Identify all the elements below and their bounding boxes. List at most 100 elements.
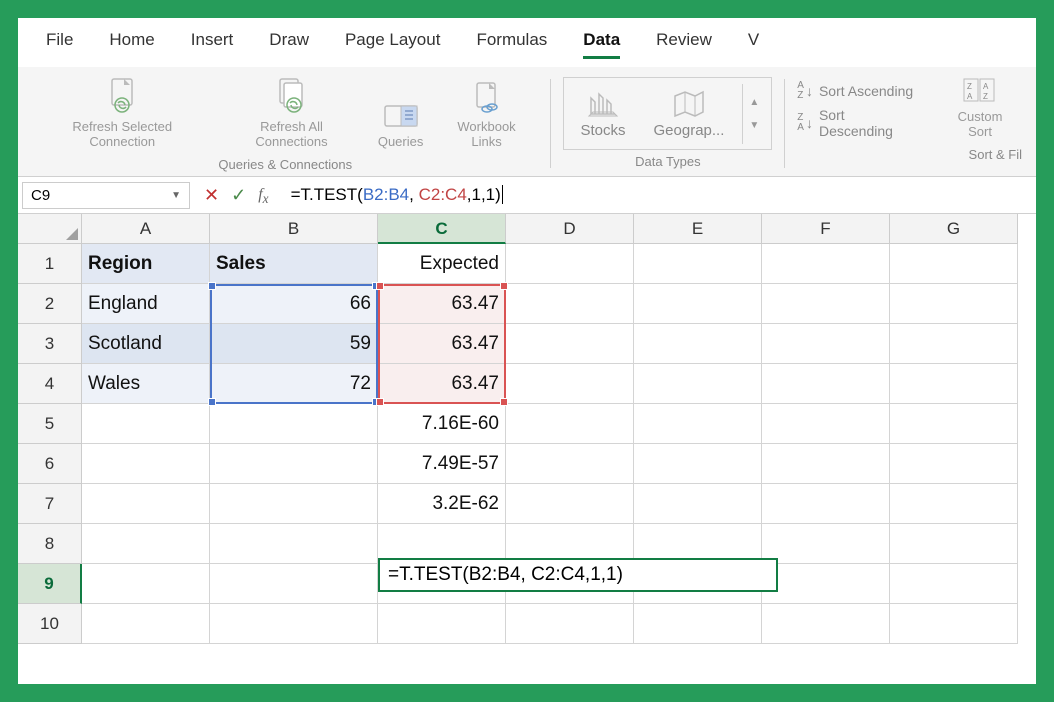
cell-E10[interactable] xyxy=(634,604,762,644)
cell-G7[interactable] xyxy=(890,484,1018,524)
formula-input[interactable]: =T.TEST(B2:B4, C2:C4,1,1) xyxy=(283,181,1032,209)
cell-E5[interactable] xyxy=(634,404,762,444)
cell-B7[interactable] xyxy=(210,484,378,524)
geography-button[interactable]: Geograp... xyxy=(644,82,735,145)
cell-F7[interactable] xyxy=(762,484,890,524)
cell-B10[interactable] xyxy=(210,604,378,644)
spreadsheet-grid[interactable]: A B C D E F G 1 2 3 4 5 6 7 8 9 10 Regio… xyxy=(18,214,1036,684)
cell-C4[interactable]: 63.47 xyxy=(378,364,506,404)
cell-E2[interactable] xyxy=(634,284,762,324)
tab-insert[interactable]: Insert xyxy=(191,30,234,59)
name-box[interactable]: C9 ▼ xyxy=(22,182,190,209)
row-header-10[interactable]: 10 xyxy=(18,604,82,644)
cell-D7[interactable] xyxy=(506,484,634,524)
sort-ascending-button[interactable]: AZ↓ Sort Ascending xyxy=(797,81,922,101)
cell-G5[interactable] xyxy=(890,404,1018,444)
tab-file[interactable]: File xyxy=(46,30,73,59)
cell-B1[interactable]: Sales xyxy=(210,244,378,284)
sort-descending-button[interactable]: ZA↓ Sort Descending xyxy=(797,107,922,139)
cell-B2[interactable]: 66 xyxy=(210,284,378,324)
cell-D5[interactable] xyxy=(506,404,634,444)
cell-G2[interactable] xyxy=(890,284,1018,324)
cell-A6[interactable] xyxy=(82,444,210,484)
refresh-all-button[interactable]: Refresh All Connections xyxy=(216,73,366,153)
cell-A7[interactable] xyxy=(82,484,210,524)
cell-A1[interactable]: Region xyxy=(82,244,210,284)
cell-D4[interactable] xyxy=(506,364,634,404)
cell-A3[interactable]: Scotland xyxy=(82,324,210,364)
col-header-E[interactable]: E xyxy=(634,214,762,244)
cell-C5[interactable]: 7.16E-60 xyxy=(378,404,506,444)
cell-G4[interactable] xyxy=(890,364,1018,404)
cell-G9[interactable] xyxy=(890,564,1018,604)
select-all-corner[interactable] xyxy=(18,214,82,244)
cell-F10[interactable] xyxy=(762,604,890,644)
row-header-6[interactable]: 6 xyxy=(18,444,82,484)
row-header-5[interactable]: 5 xyxy=(18,404,82,444)
tab-review[interactable]: Review xyxy=(656,30,712,59)
row-header-4[interactable]: 4 xyxy=(18,364,82,404)
tab-formulas[interactable]: Formulas xyxy=(476,30,547,59)
col-header-C[interactable]: C xyxy=(378,214,506,244)
col-header-A[interactable]: A xyxy=(82,214,210,244)
cell-edit-overlay[interactable]: =T.TEST(B2:B4, C2:C4,1,1) xyxy=(378,558,778,592)
cell-B3[interactable]: 59 xyxy=(210,324,378,364)
cell-C1[interactable]: Expected xyxy=(378,244,506,284)
cell-D10[interactable] xyxy=(506,604,634,644)
cell-E3[interactable] xyxy=(634,324,762,364)
cell-C6[interactable]: 7.49E-57 xyxy=(378,444,506,484)
custom-sort-button[interactable]: ZAAZ Custom Sort xyxy=(938,73,1022,143)
tab-data[interactable]: Data xyxy=(583,30,620,59)
cell-A4[interactable]: Wales xyxy=(82,364,210,404)
cell-B9[interactable] xyxy=(210,564,378,604)
row-header-7[interactable]: 7 xyxy=(18,484,82,524)
cancel-button[interactable]: ✕ xyxy=(204,185,219,206)
cell-B4[interactable]: 72 xyxy=(210,364,378,404)
cell-E4[interactable] xyxy=(634,364,762,404)
row-header-9[interactable]: 9 xyxy=(18,564,82,604)
row-header-8[interactable]: 8 xyxy=(18,524,82,564)
tab-home[interactable]: Home xyxy=(109,30,154,59)
col-header-G[interactable]: G xyxy=(890,214,1018,244)
cell-G10[interactable] xyxy=(890,604,1018,644)
cell-C2[interactable]: 63.47 xyxy=(378,284,506,324)
queries-button[interactable]: Queries xyxy=(371,98,431,153)
cell-F8[interactable] xyxy=(762,524,890,564)
col-header-F[interactable]: F xyxy=(762,214,890,244)
cell-A2[interactable]: England xyxy=(82,284,210,324)
cell-B6[interactable] xyxy=(210,444,378,484)
row-header-2[interactable]: 2 xyxy=(18,284,82,324)
fx-button[interactable]: fx xyxy=(258,183,268,207)
cell-B8[interactable] xyxy=(210,524,378,564)
cell-D6[interactable] xyxy=(506,444,634,484)
refresh-selected-button[interactable]: Refresh Selected Connection xyxy=(32,73,212,153)
cell-F6[interactable] xyxy=(762,444,890,484)
cell-G6[interactable] xyxy=(890,444,1018,484)
cell-E1[interactable] xyxy=(634,244,762,284)
tab-draw[interactable]: Draw xyxy=(269,30,309,59)
row-header-3[interactable]: 3 xyxy=(18,324,82,364)
cell-B5[interactable] xyxy=(210,404,378,444)
cell-E6[interactable] xyxy=(634,444,762,484)
cell-D3[interactable] xyxy=(506,324,634,364)
cell-E7[interactable] xyxy=(634,484,762,524)
cell-A10[interactable] xyxy=(82,604,210,644)
cell-G3[interactable] xyxy=(890,324,1018,364)
cell-A5[interactable] xyxy=(82,404,210,444)
cell-G8[interactable] xyxy=(890,524,1018,564)
row-header-1[interactable]: 1 xyxy=(18,244,82,284)
workbook-links-button[interactable]: Workbook Links xyxy=(435,77,539,153)
cell-C3[interactable]: 63.47 xyxy=(378,324,506,364)
cell-F5[interactable] xyxy=(762,404,890,444)
cell-D2[interactable] xyxy=(506,284,634,324)
enter-button[interactable]: ✓ xyxy=(231,185,246,206)
tab-page-layout[interactable]: Page Layout xyxy=(345,30,440,59)
cell-C10[interactable] xyxy=(378,604,506,644)
tab-view[interactable]: V xyxy=(748,30,759,59)
cell-F2[interactable] xyxy=(762,284,890,324)
cell-G1[interactable] xyxy=(890,244,1018,284)
col-header-B[interactable]: B xyxy=(210,214,378,244)
cell-F3[interactable] xyxy=(762,324,890,364)
data-types-more[interactable]: ▲ ▼ xyxy=(742,84,765,144)
cell-C7[interactable]: 3.2E-62 xyxy=(378,484,506,524)
